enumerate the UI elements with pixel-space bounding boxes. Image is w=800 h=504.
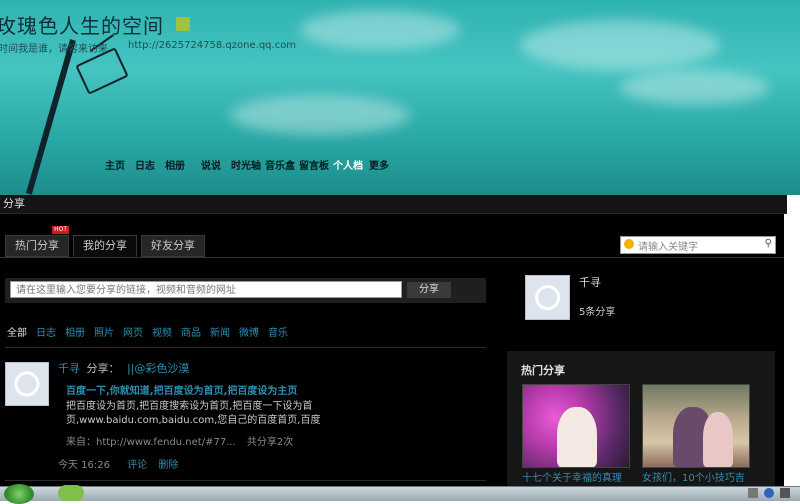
- nav-item-blog[interactable]: 日志: [135, 157, 155, 172]
- filter-weibo[interactable]: 微博: [239, 324, 259, 339]
- tray-icon[interactable]: [780, 488, 790, 498]
- filter-music[interactable]: 音乐: [268, 324, 288, 339]
- cloud: [230, 95, 410, 135]
- header-banner: 玫瑰色人生的空间 时间我是谁，请容来访来 http://2625724758.q…: [0, 0, 800, 195]
- hot-share-thumbnail[interactable]: [642, 384, 750, 468]
- nav-item-music[interactable]: 音乐盒: [265, 157, 295, 172]
- blog-subtitle: 时间我是谁，请容来访来: [0, 44, 108, 55]
- photo-figure: [703, 412, 733, 467]
- blog-title: 玫瑰色人生的空间: [0, 14, 164, 38]
- start-button[interactable]: [4, 484, 34, 504]
- filter-goods[interactable]: 商品: [181, 324, 201, 339]
- tab-my-share[interactable]: 我的分享: [73, 235, 137, 257]
- antenna-pole: [26, 39, 76, 195]
- nav-item-album[interactable]: 相册: [165, 157, 185, 172]
- post-body: 把百度设为首页,把百度搜索设为首页,把百度一下设为首页,www.baidu.co…: [66, 401, 321, 426]
- divider: [5, 347, 486, 348]
- hot-share-caption[interactable]: 十七个关于幸福的真理: [522, 469, 622, 484]
- nav-item-shuoshuo[interactable]: 说说: [201, 157, 221, 172]
- divider: [5, 480, 486, 481]
- profile-avatar[interactable]: [525, 275, 570, 320]
- profile-name[interactable]: 千寻: [579, 274, 601, 290]
- filter-blog[interactable]: 日志: [36, 324, 56, 339]
- nav-item-home[interactable]: 主页: [105, 157, 125, 172]
- sogou-icon: [624, 239, 634, 249]
- taskbar: [0, 484, 800, 504]
- delete-link[interactable]: 删除: [158, 460, 178, 471]
- search-icon[interactable]: ⚲: [765, 238, 772, 249]
- main-nav: 主页 日志 相册 说说 时光轴 音乐盒 留言板 个人档 更多: [105, 157, 399, 172]
- cloud: [620, 70, 770, 105]
- post-source[interactable]: ||@彩色沙漠: [127, 362, 189, 375]
- share-panel: 分享 热门分享 HOT 我的分享 好友分享 请输入关键字 ⚲ 请在这里输入您要分…: [0, 195, 787, 500]
- search-input[interactable]: 请输入关键字 ⚲: [620, 236, 776, 254]
- post-meta: 今天 16:26 评论 删除: [58, 456, 178, 471]
- tab-label: 我的分享: [83, 239, 127, 252]
- tab-label: 热门分享: [15, 239, 59, 252]
- tab-label: 好友分享: [151, 239, 195, 252]
- filter-all[interactable]: 全部: [7, 324, 27, 339]
- profile-share-count: 5条分享: [579, 307, 616, 318]
- post-action: 分享：: [86, 362, 120, 375]
- panel-title: 分享: [0, 195, 787, 214]
- post-user[interactable]: 千寻: [58, 362, 80, 375]
- tray-icon[interactable]: [764, 488, 774, 498]
- nav-item-more[interactable]: 更多: [369, 157, 389, 172]
- search-placeholder: 请输入关键字: [638, 242, 698, 253]
- leaf-icon[interactable]: [176, 17, 190, 31]
- post-share-count: 共分享2次: [246, 437, 294, 448]
- filter-webpage[interactable]: 网页: [123, 324, 143, 339]
- category-filters: 全部 日志 相册 照片 网页 视频 商品 新闻 微博 音乐: [7, 324, 297, 339]
- tab-divider: [0, 257, 784, 258]
- hot-share-panel: 热门分享 十七个关于幸福的真理 女孩们，10个小技巧吉: [507, 351, 775, 500]
- nav-item-profile[interactable]: 个人档: [333, 157, 363, 172]
- post-time: 今天 16:26: [58, 460, 110, 471]
- tray-icon[interactable]: [748, 488, 758, 498]
- default-avatar-icon: [14, 371, 40, 397]
- hot-badge: HOT: [52, 226, 69, 234]
- hot-share-title: 热门分享: [521, 364, 565, 377]
- filter-video[interactable]: 视频: [152, 324, 172, 339]
- cloud: [520, 20, 720, 70]
- qq-taskbar-icon[interactable]: [58, 485, 84, 501]
- share-link-input[interactable]: 请在这里输入您要分享的链接，视频和音频的网址: [10, 281, 402, 298]
- default-avatar-icon: [534, 284, 561, 311]
- nav-item-timeline[interactable]: 时光轴: [231, 157, 261, 172]
- photo-figure: [557, 407, 597, 467]
- avatar[interactable]: [5, 362, 49, 406]
- post-title[interactable]: 百度一下,你就知道,把百度设为首页,把百度设为主页: [66, 382, 297, 397]
- post-header: 千寻 分享： ||@彩色沙漠: [58, 360, 189, 376]
- post-source-url[interactable]: 来自：http://www.fendu.net/#77...: [66, 437, 236, 448]
- filter-photo[interactable]: 照片: [94, 324, 114, 339]
- share-tabs: 热门分享 HOT 我的分享 好友分享: [5, 226, 209, 257]
- filter-news[interactable]: 新闻: [210, 324, 230, 339]
- comment-link[interactable]: 评论: [127, 460, 147, 471]
- tab-friend-share[interactable]: 好友分享: [141, 235, 205, 257]
- share-compose: 请在这里输入您要分享的链接，视频和音频的网址 分享: [5, 278, 486, 303]
- nav-item-guestbook[interactable]: 留言板: [299, 157, 329, 172]
- hot-share-thumbnail[interactable]: [522, 384, 630, 468]
- share-button[interactable]: 分享: [407, 282, 451, 298]
- hot-share-caption[interactable]: 女孩们，10个小技巧吉: [642, 469, 745, 484]
- tab-hot-share[interactable]: 热门分享 HOT: [5, 226, 69, 257]
- blog-url[interactable]: http://2625724758.qzone.qq.com: [128, 40, 296, 51]
- cloud: [300, 10, 460, 50]
- post-source-line: 来自：http://www.fendu.net/#77... 共分享2次: [66, 433, 293, 448]
- filter-album[interactable]: 相册: [65, 324, 85, 339]
